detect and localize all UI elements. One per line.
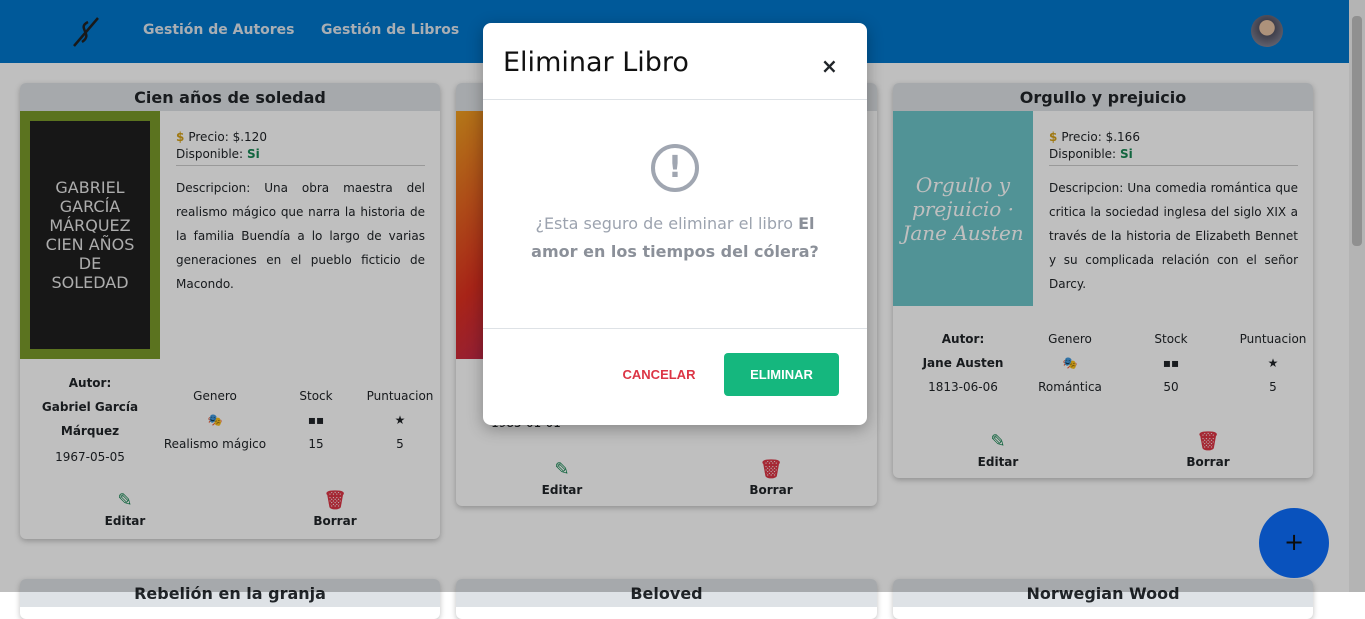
dialog-message: ¿Esta seguro de eliminar el libro El amo…: [523, 210, 827, 266]
close-icon[interactable]: ×: [821, 54, 838, 78]
divider: [483, 99, 867, 100]
divider: [483, 328, 867, 329]
message-text: ¿Esta seguro de eliminar el libro: [535, 214, 799, 233]
delete-dialog: Eliminar Libro × ! ¿Esta seguro de elimi…: [483, 23, 867, 425]
warning-icon: !: [651, 144, 699, 192]
cancel-button[interactable]: CANCELAR: [609, 353, 709, 396]
confirm-delete-button[interactable]: ELIMINAR: [724, 353, 839, 396]
dialog-title: Eliminar Libro: [503, 47, 689, 78]
